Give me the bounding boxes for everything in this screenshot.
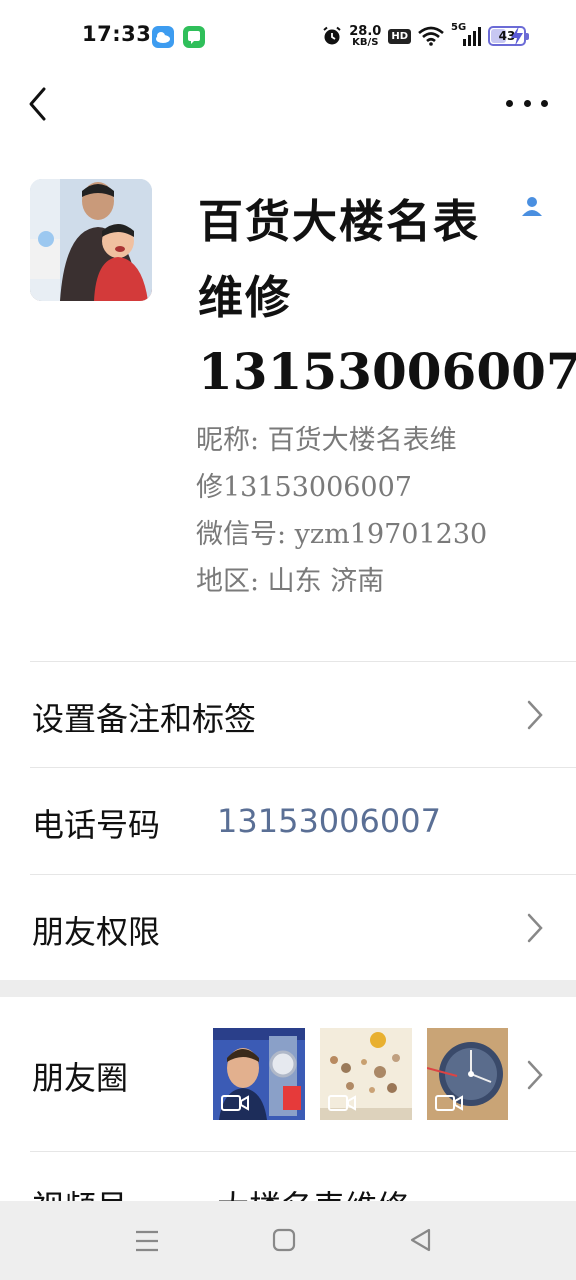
nickname-line-1: 昵称: 百货大楼名表维: [196, 425, 457, 456]
chevron-right-icon: [527, 913, 543, 943]
moments-label: 朋友圈: [32, 1059, 129, 1097]
video-icon: [328, 1095, 356, 1111]
phone-label: 电话号码: [32, 806, 161, 844]
remark-tags-label: 设置备注和标签: [32, 700, 257, 738]
home-icon[interactable]: [270, 1227, 300, 1255]
moments-row[interactable]: 朋友圈: [30, 997, 576, 1151]
message-app-icon: [183, 26, 205, 48]
avatar[interactable]: [30, 179, 152, 301]
status-bar: 17:33 28.0 KB/S HD 5G 43: [0, 0, 576, 72]
hd-badge: HD: [388, 28, 411, 44]
menu-icon[interactable]: [132, 1227, 162, 1255]
friend-permission-row[interactable]: 朋友权限: [30, 874, 576, 980]
section-divider: [0, 980, 576, 997]
phone-number-link[interactable]: 13153006007: [217, 802, 441, 840]
chevron-right-icon: [527, 700, 543, 730]
nickname-line-2: 修13153006007: [196, 472, 412, 503]
alarm-icon: [323, 26, 341, 45]
remark-tags-row[interactable]: 设置备注和标签: [30, 661, 576, 767]
nav-bar: [0, 72, 576, 134]
moments-thumbnail[interactable]: [213, 1028, 305, 1120]
net-speed: 28.0 KB/S: [349, 23, 382, 48]
video-icon: [221, 1095, 249, 1111]
name-line-2: 维修: [198, 271, 293, 324]
more-dots-icon[interactable]: [506, 90, 548, 116]
chevron-left-icon[interactable]: [24, 84, 58, 124]
contact-person-icon: [522, 197, 542, 216]
wifi-icon: [418, 26, 444, 46]
moments-thumbnail[interactable]: [320, 1028, 412, 1120]
status-icons: 28.0 KB/S HD 5G 43: [322, 22, 529, 50]
signal-bars-icon: [463, 27, 481, 46]
back-triangle-icon[interactable]: [407, 1227, 437, 1255]
wechat-id: 微信号: yzm19701230: [196, 519, 488, 550]
cell-signal: 5G: [451, 22, 481, 47]
status-time: 17:33: [82, 22, 152, 46]
moments-thumbnail[interactable]: [427, 1028, 508, 1120]
region: 地区: 山东 济南: [196, 566, 385, 597]
name-line-1: 百货大楼名表: [198, 195, 481, 248]
charging-bolt-icon: [511, 26, 523, 46]
weather-app-icon: [152, 26, 174, 48]
phone-row[interactable]: 电话号码 13153006007: [30, 767, 576, 873]
chevron-right-icon: [527, 1060, 543, 1090]
name-line-3: 13153006007: [198, 342, 576, 401]
contact-name: 百货大楼名表 维修 13153006007: [198, 184, 576, 408]
profile-info: 昵称: 百货大楼名表维 修13153006007 微信号: yzm1970123…: [196, 417, 536, 605]
video-icon: [435, 1095, 463, 1111]
friend-permission-label: 朋友权限: [32, 913, 161, 951]
system-nav-bar: [0, 1201, 576, 1280]
